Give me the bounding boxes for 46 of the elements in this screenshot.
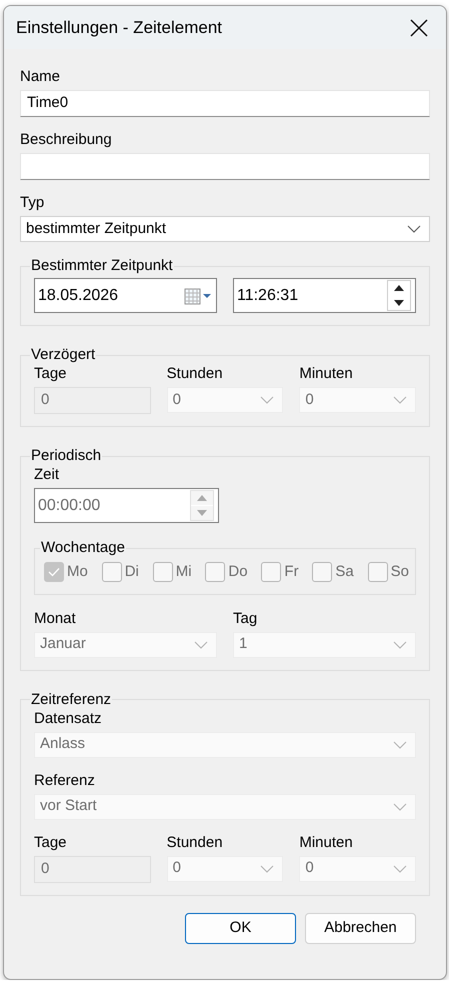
group-title: Periodisch	[30, 447, 102, 465]
field-label: Minuten	[299, 364, 354, 384]
checkbox-label: So	[390, 562, 409, 582]
group-title: Bestimmter Zeitpunkt	[30, 257, 174, 275]
group-title: Verzögert	[30, 346, 96, 364]
checkbox-label: Sa	[335, 562, 354, 582]
chevron-down-icon	[392, 396, 407, 404]
text-field[interactable]: Time0	[20, 90, 430, 117]
field-label: Minuten	[299, 832, 354, 852]
chevron-down-icon	[393, 802, 407, 810]
field-label: Stunden	[166, 364, 224, 384]
field-label: Zeit	[34, 465, 60, 485]
window-title: Einstellungen - Zeitelement	[16, 16, 222, 39]
dropdown[interactable]: bestimmter Zeitpunkt	[20, 216, 430, 242]
dialog-button[interactable]: OK	[185, 912, 296, 944]
checkbox-label: Fr	[284, 562, 299, 582]
spin-buttons[interactable]	[387, 280, 411, 311]
chevron-down-icon	[393, 640, 407, 648]
field-label: Datensatz	[34, 708, 103, 728]
field-label: Monat	[34, 608, 77, 628]
chevron-down-icon	[407, 225, 421, 233]
field-label: Beschreibung	[20, 130, 113, 150]
time-field[interactable]: 11:26:31	[233, 278, 416, 313]
field-label: Tage	[34, 832, 68, 852]
field-label: Tage	[34, 364, 68, 384]
checkbox-label: Mo	[67, 562, 88, 582]
chevron-down-icon	[392, 864, 407, 872]
checkbox-label: Di	[124, 562, 139, 582]
chevron-down-icon	[393, 740, 407, 748]
field-label: Name	[20, 67, 62, 87]
dialog-button[interactable]: Abbrechen	[305, 912, 416, 944]
field-label: Typ	[20, 193, 46, 213]
chevron-down-icon	[260, 864, 274, 872]
text-field[interactable]	[20, 153, 430, 180]
field-label: Stunden	[166, 832, 224, 852]
chevron-down-icon	[260, 396, 274, 404]
calendar-icon[interactable]	[184, 286, 212, 304]
group-title: Zeitreferenz	[30, 690, 112, 708]
group-title: Wochentage	[40, 539, 126, 557]
date-field[interactable]: 18.05.2026	[34, 278, 217, 313]
field-label: Referenz	[34, 770, 96, 790]
check-icon	[48, 567, 60, 578]
checkbox-label: Mi	[176, 562, 192, 582]
field-label: Tag	[233, 608, 258, 628]
chevron-down-icon	[194, 640, 208, 648]
checkbox-label: Do	[228, 562, 248, 582]
